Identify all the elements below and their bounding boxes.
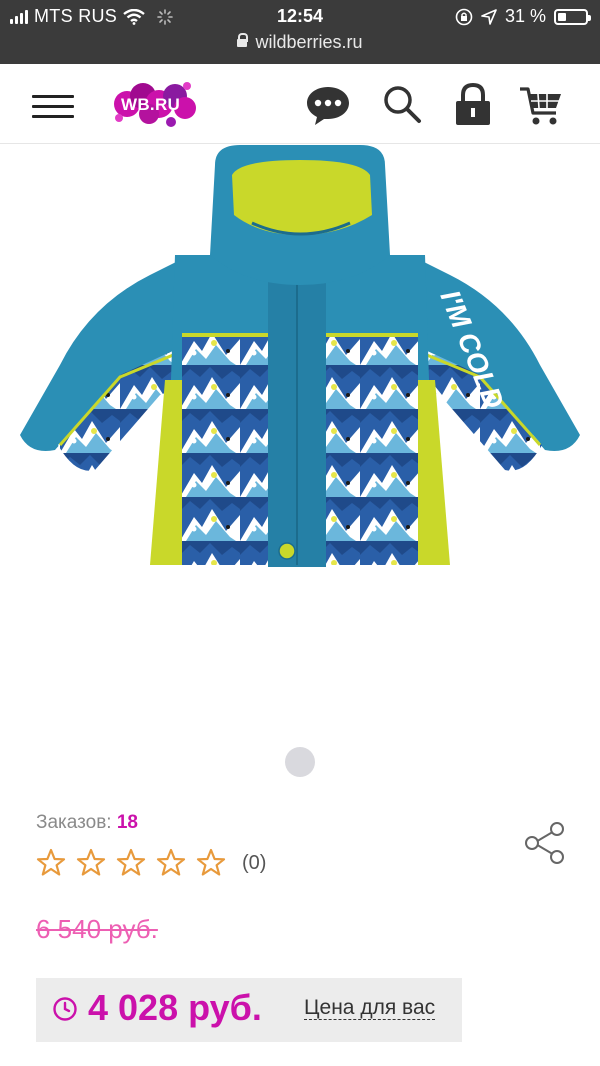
- rating-count[interactable]: (0): [242, 852, 266, 875]
- location-arrow-icon: [481, 8, 497, 25]
- cart-icon[interactable]: [518, 82, 564, 128]
- chat-icon[interactable]: [305, 82, 351, 128]
- secure-lock-icon: [237, 33, 249, 47]
- address-bar[interactable]: wildberries.ru: [0, 32, 600, 53]
- lock-icon[interactable]: [450, 82, 496, 128]
- battery-icon: [554, 8, 591, 25]
- orders-label: Заказов:: [36, 812, 112, 833]
- product-image[interactable]: I'M COLD: [0, 145, 600, 735]
- star-icon[interactable]: [116, 848, 146, 878]
- gallery-pagination-dot[interactable]: [285, 747, 315, 777]
- price-box: 4 028 руб. Цена для вас: [36, 978, 462, 1042]
- status-bar: MTS RUS 12:54 31 % wildberries.ru: [0, 0, 600, 64]
- orders-count: Заказов: 18: [36, 812, 138, 834]
- star-icon[interactable]: [196, 848, 226, 878]
- rating-stars: (0): [36, 848, 266, 878]
- menu-icon[interactable]: [32, 95, 74, 119]
- wb-logo[interactable]: WB.RU: [113, 78, 199, 130]
- share-icon[interactable]: [522, 820, 568, 866]
- search-icon[interactable]: [380, 82, 426, 128]
- star-icon[interactable]: [156, 848, 186, 878]
- current-price: 4 028 руб.: [88, 987, 262, 1028]
- orientation-lock-icon: [455, 8, 473, 25]
- logo-text: WB.RU: [121, 95, 181, 114]
- old-price: 6 540 руб.: [36, 914, 158, 944]
- orders-value: 18: [116, 812, 138, 833]
- url-text: wildberries.ru: [255, 32, 363, 52]
- price-for-you-link[interactable]: Цена для вас: [304, 997, 436, 1020]
- site-header: WB.RU: [0, 64, 600, 144]
- clock-icon: [53, 997, 77, 1021]
- star-icon[interactable]: [76, 848, 106, 878]
- battery-percent: 31 %: [504, 6, 546, 26]
- star-icon[interactable]: [36, 848, 66, 878]
